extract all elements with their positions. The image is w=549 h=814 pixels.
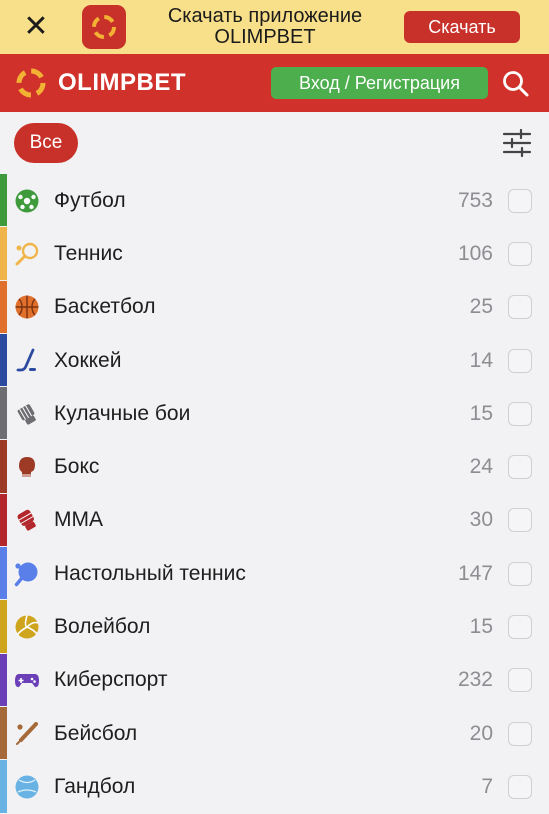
sport-checkbox[interactable]: [508, 295, 532, 320]
gamepad-icon: [14, 667, 40, 693]
sport-color-bar: [0, 174, 7, 227]
sport-name: Киберспорт: [54, 668, 168, 692]
table-tennis-icon: [14, 561, 40, 587]
sport-name: Бейсбол: [54, 721, 138, 745]
fist-icon: [14, 401, 40, 427]
sport-row[interactable]: Футбол 753: [0, 174, 549, 227]
sport-checkbox[interactable]: [508, 348, 532, 373]
sport-event-count: 14: [469, 348, 493, 372]
sport-name: Баскетбол: [54, 295, 156, 319]
sport-name: Бокс: [54, 455, 100, 479]
sport-event-count: 24: [469, 455, 493, 479]
sport-row[interactable]: Настольный теннис 147: [0, 547, 549, 600]
sport-event-count: 30: [469, 508, 493, 532]
app-logo-icon: [82, 5, 126, 49]
sport-checkbox[interactable]: [508, 721, 532, 746]
sport-row[interactable]: Бейсбол 20: [0, 706, 549, 760]
logo[interactable]: OLIMPBET: [14, 66, 186, 100]
tennis-icon: [14, 241, 40, 267]
sport-checkbox[interactable]: [508, 455, 532, 480]
sport-color-bar: [0, 280, 7, 333]
football-icon: [14, 188, 40, 214]
banner-title-line2: OLIMPBET: [214, 26, 316, 48]
login-register-button[interactable]: Вход / Регистрация: [271, 67, 488, 99]
sport-color-bar: [0, 387, 7, 440]
sport-event-count: 15: [469, 615, 493, 639]
sport-color-bar: [0, 493, 7, 547]
sport-event-count: 15: [469, 401, 493, 425]
sport-name: Хоккей: [54, 348, 122, 372]
sport-color-bar: [0, 227, 7, 280]
search-icon[interactable]: [500, 68, 532, 100]
sport-event-count: 147: [457, 561, 493, 585]
sport-row[interactable]: Баскетбол 25: [0, 280, 549, 334]
sport-event-count: 25: [469, 295, 493, 319]
handball-icon: [14, 774, 40, 800]
hockey-icon: [14, 348, 40, 374]
sport-row[interactable]: Волейбол 15: [0, 600, 549, 653]
sport-color-bar: [0, 547, 7, 600]
banner-title: Скачать приложение OLIMPBET: [126, 6, 404, 48]
download-button[interactable]: Скачать: [404, 11, 520, 43]
sport-name: Футбол: [54, 188, 126, 212]
sport-list: Футбол 753 Теннис 106 Баскетбол 25 Хоккей 14 Кул…: [0, 174, 549, 814]
sport-color-bar: [0, 333, 7, 387]
volleyball-icon: [14, 614, 40, 640]
sport-name: Волейбол: [54, 615, 151, 639]
sport-color-bar: [0, 653, 7, 706]
filter-chip-all[interactable]: Все: [14, 123, 78, 163]
sport-checkbox[interactable]: [508, 774, 532, 799]
baseball-icon: [14, 721, 40, 747]
sport-name: Гандбол: [54, 774, 136, 798]
sport-checkbox[interactable]: [508, 241, 532, 266]
top-header: OLIMPBET Вход / Регистрация: [0, 54, 549, 112]
sport-color-bar: [0, 600, 7, 653]
sport-name: Теннис: [54, 241, 123, 265]
sport-name: Настольный теннис: [54, 561, 246, 585]
sport-color-bar: [0, 706, 7, 760]
basketball-icon: [14, 294, 40, 320]
sport-event-count: 7: [481, 774, 493, 798]
sport-checkbox[interactable]: [508, 401, 532, 426]
sport-row[interactable]: Киберспорт 232: [0, 653, 549, 707]
logo-mark-icon: [16, 68, 46, 98]
sport-color-bar: [0, 760, 7, 813]
sport-checkbox[interactable]: [508, 508, 532, 533]
sport-row[interactable]: Бокс 24: [0, 440, 549, 493]
sport-event-count: 232: [457, 668, 493, 692]
sport-row[interactable]: MMA 30: [0, 493, 549, 547]
sport-row[interactable]: Кулачные бои 15: [0, 387, 549, 440]
app-download-banner: ✕ Скачать приложение OLIMPBET Скачать: [0, 0, 549, 54]
sport-name: MMA: [54, 508, 103, 532]
sport-row[interactable]: Теннис 106: [0, 227, 549, 280]
logo-text: OLIMPBET: [58, 69, 186, 96]
sport-checkbox[interactable]: [508, 668, 532, 693]
sport-row[interactable]: Гандбол 7: [0, 760, 549, 813]
sport-name: Кулачные бои: [54, 401, 191, 425]
boxing-glove-icon: [14, 454, 40, 480]
sport-checkbox[interactable]: [508, 615, 532, 640]
sport-checkbox[interactable]: [508, 561, 532, 586]
sliders-icon[interactable]: [502, 128, 532, 158]
mma-glove-icon: [14, 507, 40, 533]
sport-event-count: 753: [457, 188, 493, 212]
sport-color-bar: [0, 440, 7, 493]
sport-row[interactable]: Хоккей 14: [0, 333, 549, 387]
sport-event-count: 20: [469, 721, 493, 745]
close-icon[interactable]: ✕: [0, 0, 72, 54]
banner-title-line1: Скачать приложение: [167, 5, 363, 27]
sport-event-count: 106: [457, 241, 493, 265]
filter-row: Все: [0, 112, 549, 174]
sport-checkbox[interactable]: [508, 188, 532, 213]
